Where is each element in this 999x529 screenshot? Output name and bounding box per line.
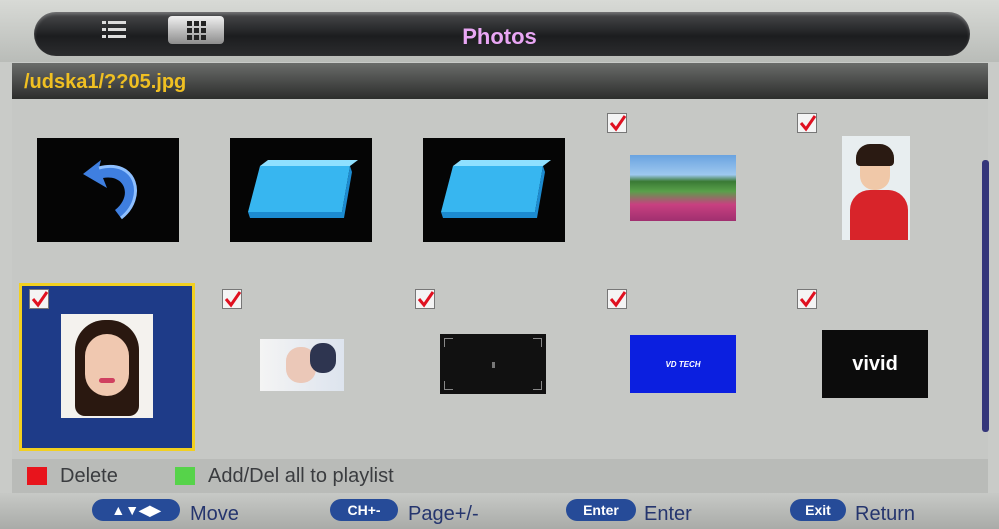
checkbox[interactable] [29,289,49,309]
page-hint: Page+/- [408,503,479,525]
photo-dark-test-pattern[interactable] [440,334,546,394]
back-folder-icon[interactable] [37,138,179,242]
photo-portrait-woman-red[interactable] [842,136,910,240]
path-bar: /udska1/??05.jpg [12,63,988,99]
vivid-text: vivid [852,352,898,375]
exit-key-icon: Exit [790,499,846,521]
photo-portrait-woman-white[interactable] [260,339,344,391]
return-hint: Return [855,503,916,525]
vd-tech-text: VD TECH [665,359,701,369]
delete-label: Delete [60,465,118,487]
legend-bar: Delete Add/Del all to playlist [12,459,988,493]
photo-vivid-logo[interactable]: vivid [822,330,928,398]
enter-hint: Enter [644,503,692,525]
playlist-label: Add/Del all to playlist [208,465,394,487]
checkbox[interactable] [797,289,817,309]
folder-icon[interactable] [423,138,565,242]
ch-key-icon: CH+- [330,499,398,521]
scrollbar[interactable] [982,160,989,432]
photo-vd-tech-logo[interactable]: VD TECH [630,335,736,393]
photo-portrait-woman[interactable] [61,314,153,418]
folder-icon[interactable] [230,138,372,242]
arrow-keys-icon: ▲▼◀▶ [92,499,180,521]
title-bar: Photos [0,0,999,62]
green-key-icon [175,467,195,485]
move-hint: Move [190,503,239,525]
checkbox[interactable] [222,289,242,309]
page-title: Photos [462,24,537,49]
hint-bar: ▲▼◀▶ Move CH+- Page+/- Enter Enter Exit … [0,493,999,529]
checkbox[interactable] [797,113,817,133]
red-key-icon [27,467,47,485]
photo-landscape-flowers[interactable] [630,155,736,221]
checkbox[interactable] [607,113,627,133]
current-path: /udska1/??05.jpg [24,71,187,93]
checkbox[interactable] [607,289,627,309]
enter-key-icon: Enter [566,499,636,521]
checkbox[interactable] [415,289,435,309]
